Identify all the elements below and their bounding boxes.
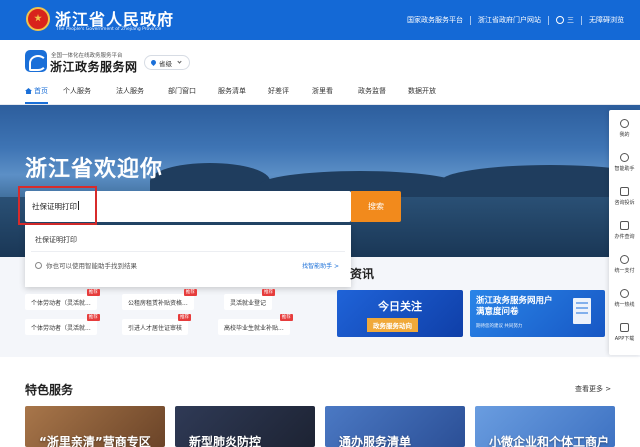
nav-service-list[interactable]: 服务清单 xyxy=(218,86,246,104)
view-more-link[interactable]: 查看更多 > xyxy=(575,384,611,394)
sidebar-item-mine[interactable]: 我的 xyxy=(609,114,640,144)
national-emblem-icon xyxy=(26,7,50,31)
nav-zhelikan[interactable]: 浙里看 xyxy=(312,86,333,104)
find-assistant-link[interactable]: 找智能助手 > xyxy=(302,261,339,270)
home-icon xyxy=(25,88,32,94)
featured-card[interactable]: 小微企业和个体工商户 xyxy=(475,406,615,447)
highlight-box xyxy=(18,186,97,225)
gov-subtitle: The People's Government of Zhejiang Prov… xyxy=(56,27,162,32)
sidebar-item-hotline[interactable]: 统一热线 xyxy=(609,284,640,314)
featured-card[interactable]: 新型肺炎防控 xyxy=(175,406,315,447)
floating-sidebar: 我的 智能助手 咨询投诉 办件查询 统一支付 统一热线 APP下载 xyxy=(609,110,640,355)
nav-open-data[interactable]: 数据开放 xyxy=(408,86,436,104)
suggestion-item[interactable]: 社保证明打印 xyxy=(35,235,77,245)
user-menu[interactable]: 三 xyxy=(556,15,574,25)
clipboard-icon xyxy=(573,298,591,324)
hot-service-tag[interactable]: 灵活就业登记 推荐 xyxy=(224,289,276,310)
news-section-title: 资讯 xyxy=(350,267,375,281)
national-platform-link[interactable]: 国家政务服务平台 xyxy=(407,15,463,25)
user-icon xyxy=(620,119,629,128)
hot-service-tag[interactable]: 个体劳动者（灵活就... 推荐 xyxy=(25,314,100,335)
banner-subtitle: 期待您的建议 共同努力 xyxy=(476,324,523,329)
user-icon xyxy=(556,16,564,24)
nav-personal[interactable]: 个人服务 xyxy=(63,86,91,104)
survey-banner[interactable]: 浙江政务服务网用户满意度问卷 期待您的建议 共同努力 xyxy=(470,290,605,337)
featured-card[interactable]: “浙里亲清”营商专区 xyxy=(25,406,165,447)
headset-icon xyxy=(620,153,629,162)
divider xyxy=(31,251,345,252)
sidebar-item-progress[interactable]: 办件查询 xyxy=(609,216,640,246)
region-selector[interactable]: 省级 xyxy=(144,55,190,70)
nav-supervision[interactable]: 政务监督 xyxy=(358,86,386,104)
lightbulb-icon xyxy=(35,261,42,269)
divider xyxy=(581,15,582,25)
banner-title: 今日关注 xyxy=(378,300,422,313)
recommend-badge: 推荐 xyxy=(183,289,197,296)
document-search-icon xyxy=(620,221,629,230)
main-nav: 首页 个人服务 法人服务 部门窗口 服务清单 好差评 浙里看 政务监督 数据开放 xyxy=(0,86,640,104)
banner-title: 浙江政务服务网用户满意度问卷 xyxy=(476,296,553,317)
featured-title: 特色服务 xyxy=(25,383,74,397)
nav-home[interactable]: 首页 xyxy=(25,86,48,104)
top-links: 国家政务服务平台 浙江省政府门户网站 三 无障碍浏览 xyxy=(407,15,624,25)
nav-evaluation[interactable]: 好差评 xyxy=(268,86,289,104)
mobile-icon xyxy=(620,323,629,332)
phone-icon xyxy=(620,289,629,298)
hot-service-tag[interactable]: 引进人才居住证审核 推荐 xyxy=(122,314,192,335)
divider xyxy=(548,15,549,25)
sidebar-item-complaint[interactable]: 咨询投诉 xyxy=(609,182,640,212)
gov-header: 浙江省人民政府 The People's Government of Zheji… xyxy=(0,0,640,40)
hot-service-tag[interactable]: 个体劳动者（灵活就... 推荐 xyxy=(25,289,100,310)
location-pin-icon xyxy=(149,58,158,67)
recommend-badge: 推荐 xyxy=(178,314,192,321)
yuan-icon xyxy=(620,255,629,264)
recommend-badge: 推荐 xyxy=(86,289,100,296)
message-icon xyxy=(620,187,629,196)
recommend-badge: 推荐 xyxy=(262,289,276,296)
chevron-down-icon xyxy=(177,59,182,64)
tip-text: 你也可以使用智能助手找到结果 xyxy=(46,262,137,270)
nav-departments[interactable]: 部门窗口 xyxy=(168,86,196,104)
sidebar-item-assistant[interactable]: 智能助手 xyxy=(609,148,640,178)
hot-service-tag[interactable]: 高校毕业生就业补贴... 推荐 xyxy=(218,314,293,335)
site-header: 全国一体化在线政务服务平台 浙江政务服务网 省级 首页 个人服务 法人服务 部门… xyxy=(0,40,640,105)
hero-title: 浙江省欢迎你 xyxy=(25,157,164,182)
accessibility-link[interactable]: 无障碍浏览 xyxy=(589,15,624,25)
search-suggestions: 社保证明打印 你也可以使用智能助手找到结果 找智能助手 > xyxy=(25,225,351,287)
sidebar-item-app[interactable]: APP下载 xyxy=(609,318,640,348)
recommend-badge: 推荐 xyxy=(86,314,100,321)
divider xyxy=(470,15,471,25)
hot-services: 个体劳动者（灵活就... 推荐 公租房租赁补贴资格... 推荐 灵活就业登记 推荐 个… xyxy=(0,287,330,347)
featured-services: 特色服务 查看更多 > “浙里亲清”营商专区 新型肺炎防控 通办服务清单 小微企… xyxy=(0,357,640,447)
region-label: 省级 xyxy=(159,59,172,68)
featured-card[interactable]: 通办服务清单 xyxy=(325,406,465,447)
user-name: 三 xyxy=(567,16,574,24)
provincial-portal-link[interactable]: 浙江省政府门户网站 xyxy=(478,15,541,25)
assistant-tip: 你也可以使用智能助手找到结果 xyxy=(35,260,137,270)
hot-service-tag[interactable]: 公租房租赁补贴资格... 推荐 xyxy=(122,289,197,310)
sidebar-item-payment[interactable]: 统一支付 xyxy=(609,250,640,280)
today-focus-banner[interactable]: 今日关注 政务服务动向 xyxy=(337,290,463,337)
site-name[interactable]: 浙江政务服务网 xyxy=(50,58,138,75)
search-button[interactable]: 搜索 xyxy=(351,191,401,222)
nav-corporate[interactable]: 法人服务 xyxy=(116,86,144,104)
site-logo-icon[interactable] xyxy=(25,50,47,72)
recommend-badge: 推荐 xyxy=(279,314,293,321)
banner-subtitle: 政务服务动向 xyxy=(367,318,418,332)
